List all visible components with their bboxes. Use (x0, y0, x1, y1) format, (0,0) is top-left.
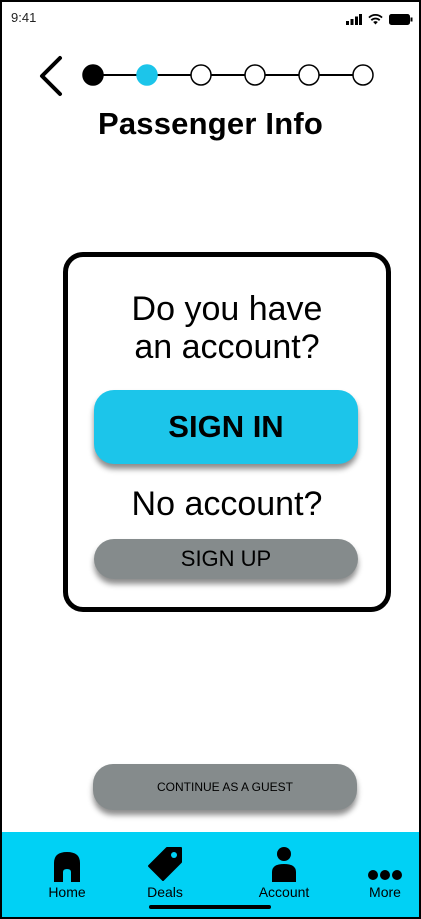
continue-as-guest-button[interactable]: CONTINUE AS A GUEST (93, 764, 357, 810)
account-question: Do you have an account? (68, 290, 386, 366)
wifi-icon (368, 12, 383, 30)
chevron-left-icon (30, 56, 70, 102)
tab-home-label: Home (48, 884, 86, 900)
status-bar: 9:41 (2, 2, 419, 38)
stepper-graphic (82, 64, 374, 86)
battery-icon (389, 12, 413, 30)
stepper-step-5-upcoming (298, 64, 320, 86)
account-card: Do you have an account? SIGN IN No accou… (63, 252, 391, 612)
person-icon (264, 844, 304, 882)
progress-stepper (79, 58, 379, 92)
home-icon (47, 844, 87, 882)
tab-more-label: More (369, 884, 401, 900)
stepper-step-6-upcoming (352, 64, 374, 86)
phone-screen: 9:41 Passenger Info Do you have an accou… (0, 0, 421, 919)
page-title: Passenger Info (97, 106, 324, 141)
signal-bars-icon (346, 12, 362, 30)
tab-deals-label: Deals (147, 884, 183, 900)
sign-up-button[interactable]: SIGN UP (94, 539, 358, 579)
stepper-step-1-completed (82, 64, 104, 86)
no-account-text: No account? (131, 485, 323, 523)
tab-account-label: Account (258, 884, 310, 900)
more-dots-icon (365, 844, 405, 882)
account-question-line2: an account? (134, 328, 320, 366)
stepper-step-2-current (136, 64, 158, 86)
status-icons (346, 12, 413, 30)
back-button[interactable] (30, 54, 70, 98)
stepper-step-4-upcoming (244, 64, 266, 86)
home-indicator (149, 905, 271, 909)
stepper-step-3-upcoming (190, 64, 212, 86)
tab-more[interactable]: More (350, 832, 419, 917)
status-time: 9:41 (11, 10, 37, 25)
account-question-line1: Do you have (131, 290, 323, 328)
bottom-tab-bar: Home Deals Account More (2, 832, 419, 917)
tag-icon (145, 844, 185, 882)
tab-home[interactable]: Home (32, 832, 102, 917)
sign-in-button[interactable]: SIGN IN (94, 390, 358, 464)
